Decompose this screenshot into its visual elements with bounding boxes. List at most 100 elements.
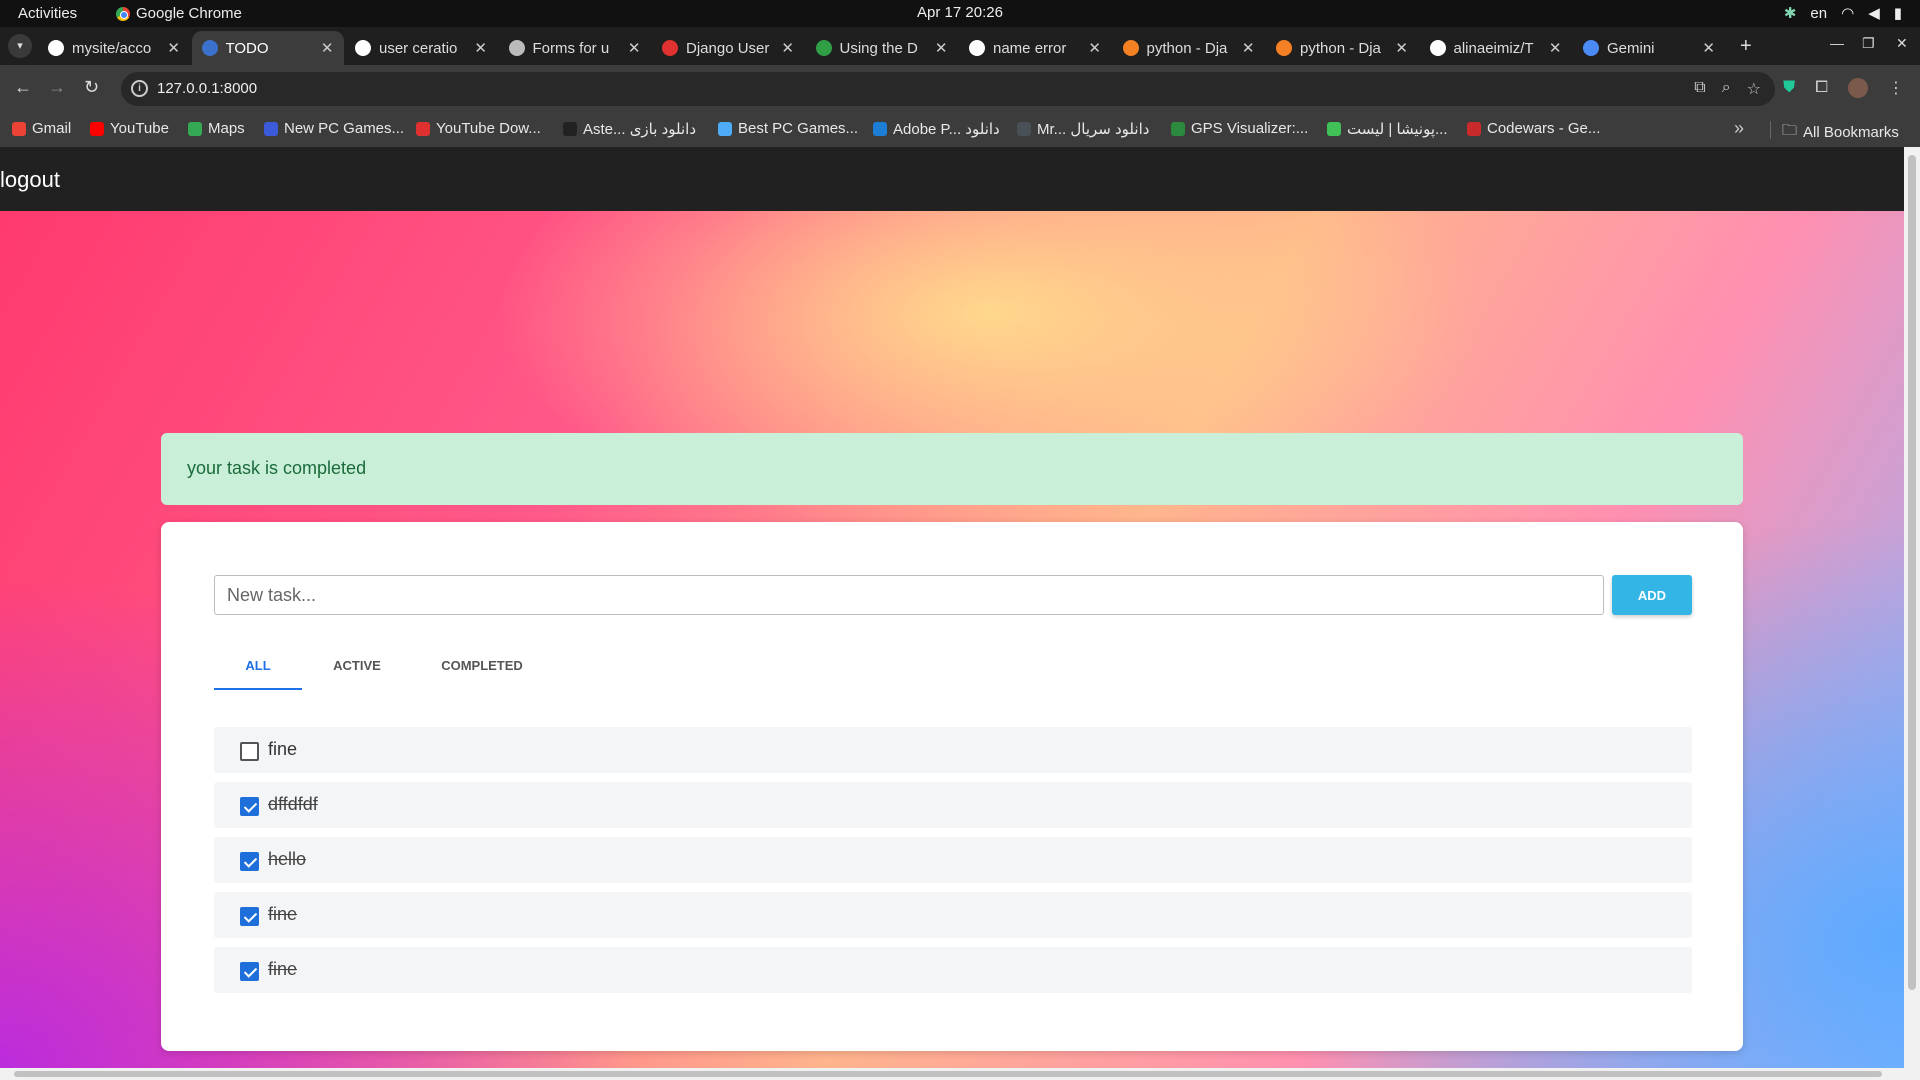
task-checkbox[interactable] [240,797,259,816]
close-tab-icon[interactable]: ✕ [167,39,180,57]
bookmark-item[interactable]: New PC Games... [264,120,404,137]
close-tab-icon[interactable]: ✕ [1242,39,1255,57]
task-item: dffdfdf [214,782,1692,828]
bookmark-item[interactable]: Best PC Games... [718,120,858,137]
bookmark-label: New PC Games... [284,120,405,137]
add-task-button[interactable]: ADD [1612,575,1692,615]
extension-indicator-icon[interactable]: ✱ [1784,4,1797,22]
app-menu[interactable]: Google Chrome [116,5,242,22]
battery-icon[interactable]: ▮ [1894,4,1902,22]
close-tab-icon[interactable]: ✕ [628,39,641,57]
task-checkbox[interactable] [240,852,259,871]
clock[interactable]: Apr 17 20:26 [917,4,1003,21]
bookmark-label: YouTube [110,120,169,137]
close-window-icon[interactable]: ✕ [1896,35,1908,52]
all-bookmarks[interactable]: 🗀 All Bookmarks [1782,120,1899,145]
tab-all[interactable]: ALL [214,640,302,690]
bookmark-label: Best PC Games... [738,120,859,137]
task-checkbox[interactable] [240,907,259,926]
browser-tab[interactable]: mysite/acco ✕ [38,31,190,65]
browser-tab[interactable]: TODO ✕ [191,31,344,65]
chrome-menu-icon[interactable]: ⋮ [1888,78,1904,98]
volume-icon[interactable]: ◀ [1868,4,1880,22]
mdb-icon [201,40,218,56]
dj-icon [815,40,832,56]
maximize-icon[interactable]: ❐ [1862,35,1875,52]
bookmark-item[interactable]: YouTube [90,120,169,137]
tab-search-button[interactable]: ▾ [8,34,32,58]
close-tab-icon[interactable]: ✕ [781,39,794,57]
zoom-icon[interactable]: ⌕ [1722,79,1731,99]
language-indicator[interactable]: en [1810,5,1827,22]
activities-button[interactable]: Activities [18,5,77,22]
bookmark-label: Gmail [32,120,72,137]
bookmark-favicon-icon [90,121,104,136]
extensions-puzzle-icon[interactable]: ⧠ [1815,79,1828,97]
close-tab-icon[interactable]: ✕ [321,39,334,57]
browser-tab[interactable]: alinaeimiz/T ✕ [1420,31,1572,65]
close-tab-icon[interactable]: ✕ [935,39,948,57]
bookmark-item[interactable]: GPS Visualizer:... [1171,120,1308,137]
extension-shield-icon[interactable]: ⛊ [1783,79,1795,97]
back-icon[interactable]: ← [14,77,32,98]
bookmark-favicon-icon [1171,121,1185,136]
more-bookmarks-icon[interactable]: » [1734,118,1744,139]
tab-active[interactable]: ACTIVE [302,640,412,690]
address-bar[interactable]: i 127.0.0.1:8000 ⧉ ⌕ ☆ [121,72,1775,106]
tab-completed[interactable]: COMPLETED [412,640,552,690]
task-checkbox[interactable] [240,962,259,981]
horizontal-scrollbar[interactable] [0,1068,1920,1080]
close-tab-icon[interactable]: ✕ [1088,39,1101,57]
folder-icon: 🗀 [1782,122,1798,139]
bookmark-item[interactable]: Maps [188,120,245,137]
bookmark-item[interactable]: Gmail [12,120,71,137]
site-info-icon[interactable]: i [131,80,148,97]
bookmark-item[interactable]: Aste... دانلود بازی [563,120,696,138]
close-tab-icon[interactable]: ✕ [1702,39,1715,57]
bookmark-item[interactable]: پونیشا | لیست... [1327,120,1448,138]
stackoverflow-icon [1122,40,1139,56]
tab-title: Gemini [1607,39,1655,57]
django-icon [662,40,678,56]
minimize-icon[interactable]: — [1830,35,1844,51]
browser-tab[interactable]: Django User ✕ [652,31,804,65]
browser-toolbar: ← → ↻ i 127.0.0.1:8000 ⧉ ⌕ ☆ ⛊ ⧠ ⋮ [0,65,1920,113]
bookmark-label: Codewars - Ge... [1487,120,1601,137]
task-checkbox[interactable] [240,742,259,761]
new-tab-button[interactable]: + [1740,35,1752,58]
logout-link[interactable]: logout [0,167,60,193]
close-tab-icon[interactable]: ✕ [474,39,487,57]
forward-icon[interactable]: → [48,77,66,98]
translate-icon[interactable]: ⧉ [1694,79,1705,99]
vertical-scrollbar[interactable] [1904,147,1920,1068]
wifi-icon[interactable]: ◠ [1841,4,1854,22]
close-tab-icon[interactable]: ✕ [1395,39,1408,57]
browser-tab[interactable]: Forms for u ✕ [499,31,651,65]
bookmark-star-icon[interactable]: ☆ [1747,79,1761,99]
bookmark-label: Adobe P... دانلود [893,121,1000,138]
bookmark-item[interactable]: Mr... دانلود سریال [1017,120,1149,138]
tab-title: python - Dja [1146,39,1228,57]
bookmark-favicon-icon [264,121,278,136]
new-task-input[interactable] [214,575,1604,615]
profile-avatar[interactable] [1848,78,1868,98]
browser-tab[interactable]: Using the D ✕ [806,31,958,65]
reload-icon[interactable]: ↻ [84,77,99,98]
bookmark-item[interactable]: Adobe P... دانلود [873,120,1000,138]
bookmark-item[interactable]: Codewars - Ge... [1467,120,1600,137]
task-item: hello [214,837,1692,883]
bookmark-favicon-icon [188,121,202,136]
browser-tab[interactable]: python - Dja ✕ [1113,31,1265,65]
tab-title: mysite/acco [72,39,152,57]
system-tray[interactable]: ✱ en ◠ ◀ ▮ [1784,4,1902,23]
browser-tab[interactable]: python - Dja ✕ [1266,31,1418,65]
task-label: fine [268,739,298,759]
url-text[interactable]: 127.0.0.1:8000 [157,80,257,97]
bookmark-favicon-icon [563,122,577,136]
browser-tab[interactable]: Gemini ✕ [1573,31,1725,65]
close-tab-icon[interactable]: ✕ [1549,39,1562,57]
browser-tab[interactable]: name error ✕ [959,31,1111,65]
browser-tab[interactable]: user ceratio ✕ [345,31,497,65]
task-label: hello [268,849,307,869]
bookmark-item[interactable]: YouTube Dow... [416,120,541,137]
